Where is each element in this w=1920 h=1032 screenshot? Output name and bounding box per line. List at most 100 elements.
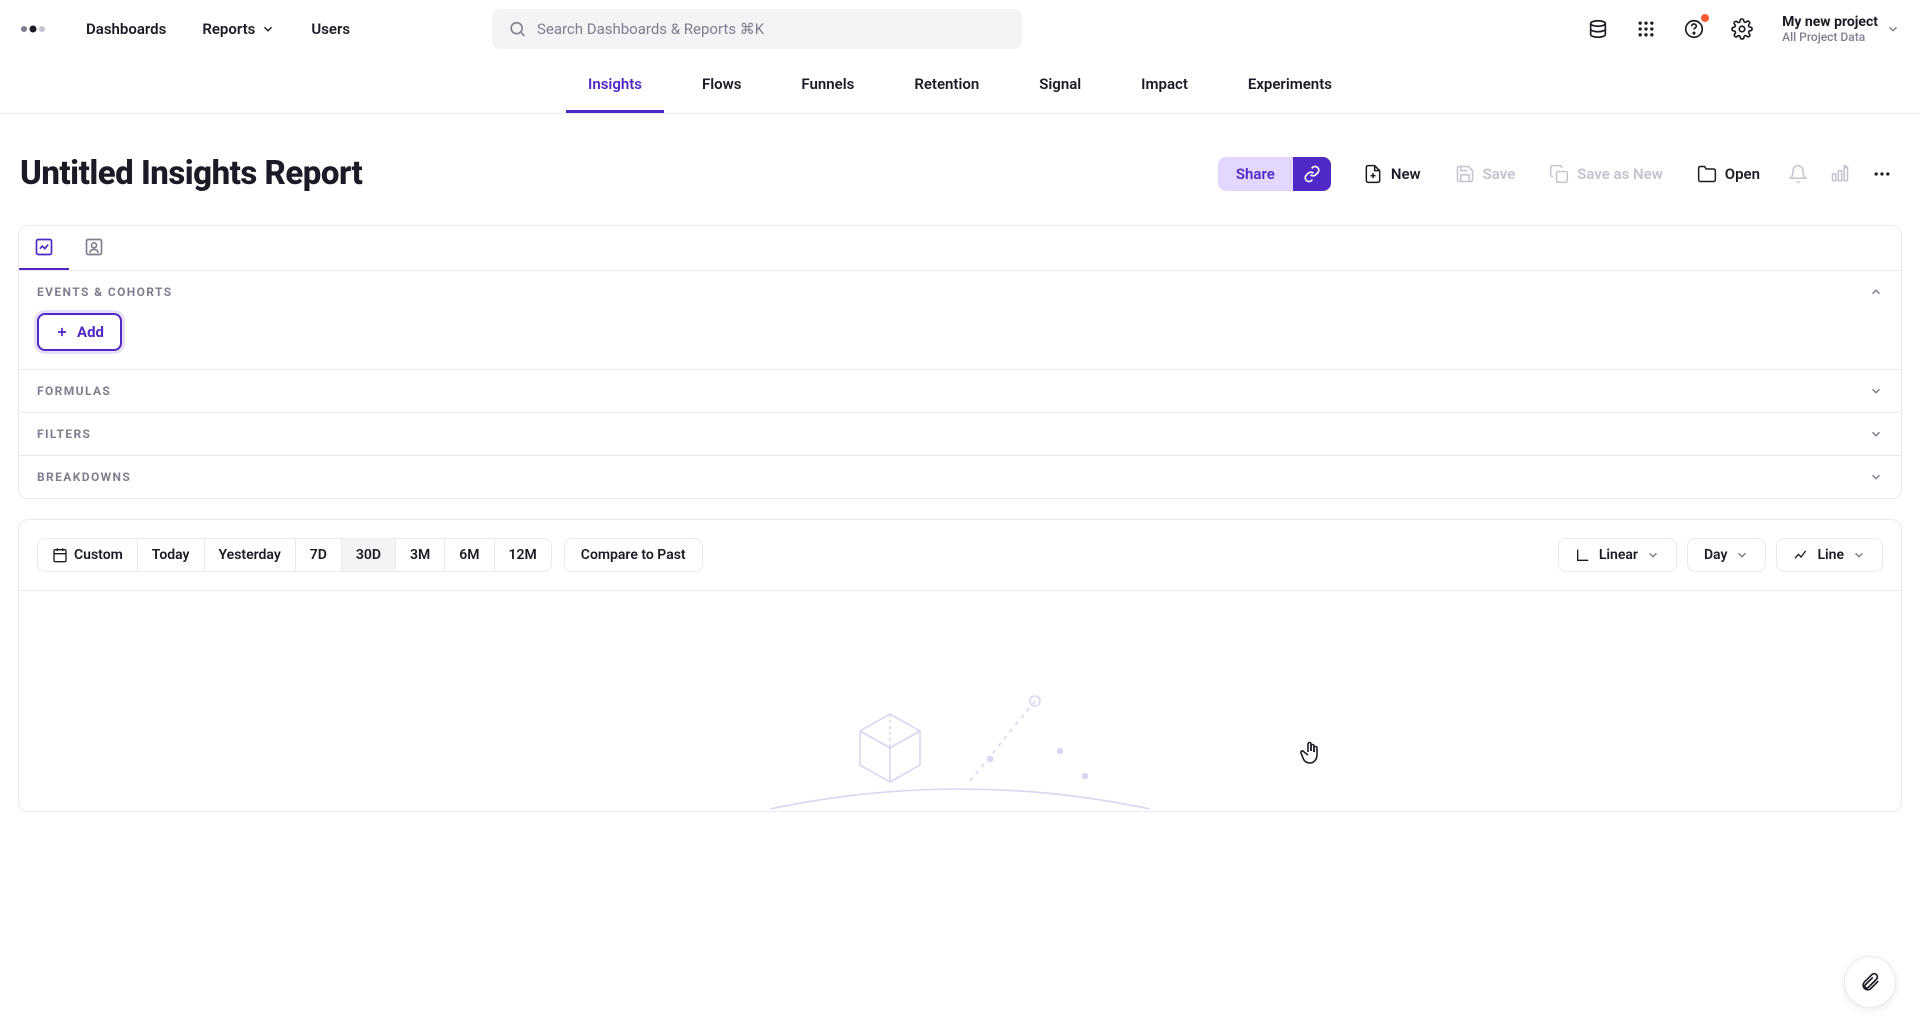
range-12m[interactable]: 12M — [495, 539, 551, 571]
save-label: Save — [1483, 165, 1516, 183]
chevron-down-icon — [1869, 427, 1883, 441]
apps-icon[interactable] — [1634, 17, 1658, 41]
range-yesterday[interactable]: Yesterday — [205, 539, 296, 571]
events-body: Add — [19, 313, 1901, 369]
new-label: New — [1391, 165, 1421, 183]
file-plus-icon — [1363, 164, 1383, 184]
chart-toolbar: Custom Today Yesterday 7D 30D 3M 6M 12M … — [19, 520, 1901, 591]
date-range-group: Custom Today Yesterday 7D 30D 3M 6M 12M — [37, 538, 552, 572]
top-header: Dashboards Reports Users My new project … — [0, 0, 1920, 58]
chart-type-label: Line — [1817, 547, 1844, 563]
chevron-down-icon — [1646, 548, 1660, 562]
save-icon — [1455, 164, 1475, 184]
report-title[interactable]: Untitled Insights Report — [20, 154, 362, 193]
range-today[interactable]: Today — [138, 539, 205, 571]
project-name: My new project — [1782, 14, 1878, 30]
empty-state-illustration — [750, 681, 1170, 811]
save-button: Save — [1441, 156, 1530, 192]
notifications-button — [1780, 156, 1816, 192]
nav-reports[interactable]: Reports — [188, 12, 289, 46]
lexicon-icon[interactable] — [1586, 17, 1610, 41]
tab-retention[interactable]: Retention — [892, 58, 1001, 113]
tab-signal[interactable]: Signal — [1017, 58, 1103, 113]
range-6m[interactable]: 6M — [445, 539, 494, 571]
formulas-label: Formulas — [37, 384, 111, 398]
bell-icon — [1788, 164, 1808, 184]
range-custom[interactable]: Custom — [38, 539, 138, 571]
scale-label: Linear — [1599, 547, 1638, 563]
filters-section[interactable]: Filters — [19, 412, 1901, 455]
breakdowns-section[interactable]: Breakdowns — [19, 455, 1901, 498]
copy-link-button[interactable] — [1293, 157, 1331, 191]
chevron-up-icon — [1869, 285, 1883, 299]
open-label: Open — [1725, 165, 1760, 183]
events-cohorts-label: Events & Cohorts — [37, 285, 173, 299]
share-group: Share — [1218, 157, 1331, 191]
nav-users[interactable]: Users — [297, 12, 364, 46]
main-menu-icon[interactable] — [20, 15, 48, 43]
chart-right-controls: Linear Day Line — [1558, 538, 1883, 572]
events-mode-button[interactable] — [19, 226, 69, 270]
more-actions-button[interactable] — [1864, 156, 1900, 192]
more-horizontal-icon — [1872, 164, 1892, 184]
query-builder: Events & Cohorts Add Formulas Filters Br… — [18, 225, 1902, 499]
copy-icon — [1549, 164, 1569, 184]
plus-icon — [55, 325, 69, 339]
add-event-button[interactable]: Add — [37, 313, 122, 351]
report-section: Untitled Insights Report Share New Save … — [0, 114, 1920, 830]
project-subtext: All Project Data — [1782, 30, 1878, 44]
chart-type-selector[interactable]: Line — [1776, 538, 1883, 572]
report-header: Untitled Insights Report Share New Save … — [18, 154, 1902, 193]
search-input[interactable] — [537, 20, 1006, 38]
help-icon[interactable] — [1682, 17, 1706, 41]
add-label: Add — [77, 323, 104, 341]
profile-mode-button[interactable] — [69, 226, 119, 270]
project-selector[interactable]: My new project All Project Data — [1778, 14, 1900, 44]
granularity-label: Day — [1704, 547, 1728, 563]
chevron-down-icon — [1886, 22, 1900, 36]
open-button[interactable]: Open — [1683, 156, 1774, 192]
tab-impact[interactable]: Impact — [1119, 58, 1210, 113]
range-30d[interactable]: 30D — [342, 539, 396, 571]
granularity-selector[interactable]: Day — [1687, 538, 1767, 572]
axis-icon — [1575, 547, 1591, 563]
tab-funnels[interactable]: Funnels — [779, 58, 876, 113]
dashboard-add-button — [1822, 156, 1858, 192]
chart-add-icon — [1830, 164, 1850, 184]
calendar-icon — [52, 547, 68, 563]
chevron-down-icon — [1735, 548, 1749, 562]
chevron-down-icon — [261, 22, 275, 36]
chevron-down-icon — [1852, 548, 1866, 562]
scale-selector[interactable]: Linear — [1558, 538, 1677, 572]
filters-label: Filters — [37, 427, 91, 441]
primary-nav: Dashboards Reports Users — [72, 12, 364, 46]
notification-dot — [1701, 14, 1709, 22]
report-actions: Share New Save Save as New Open — [1218, 156, 1900, 192]
builder-mode-toggle — [19, 226, 1901, 271]
tab-experiments[interactable]: Experiments — [1226, 58, 1354, 113]
new-button[interactable]: New — [1349, 156, 1435, 192]
link-icon — [1303, 165, 1321, 183]
tab-flows[interactable]: Flows — [680, 58, 763, 113]
share-button[interactable]: Share — [1218, 157, 1293, 191]
save-as-new-label: Save as New — [1577, 165, 1663, 183]
search-icon — [508, 19, 527, 39]
report-type-tabs: Insights Flows Funnels Retention Signal … — [0, 58, 1920, 114]
formulas-section[interactable]: Formulas — [19, 369, 1901, 412]
paperclip-icon — [1859, 971, 1881, 993]
events-chart-icon — [34, 237, 54, 257]
settings-icon[interactable] — [1730, 17, 1754, 41]
chart-card: Custom Today Yesterday 7D 30D 3M 6M 12M … — [18, 519, 1902, 812]
search-box[interactable] — [492, 9, 1022, 49]
attachments-fab[interactable] — [1844, 956, 1896, 1008]
compare-button[interactable]: Compare to Past — [564, 538, 703, 572]
events-cohorts-section[interactable]: Events & Cohorts — [19, 271, 1901, 313]
range-7d[interactable]: 7D — [296, 539, 342, 571]
range-3m[interactable]: 3M — [396, 539, 445, 571]
breakdowns-label: Breakdowns — [37, 470, 131, 484]
save-as-new-button: Save as New — [1535, 156, 1677, 192]
tab-insights[interactable]: Insights — [566, 58, 664, 113]
nav-dashboards[interactable]: Dashboards — [72, 12, 180, 46]
nav-reports-label: Reports — [202, 20, 255, 38]
user-icon — [84, 237, 104, 257]
